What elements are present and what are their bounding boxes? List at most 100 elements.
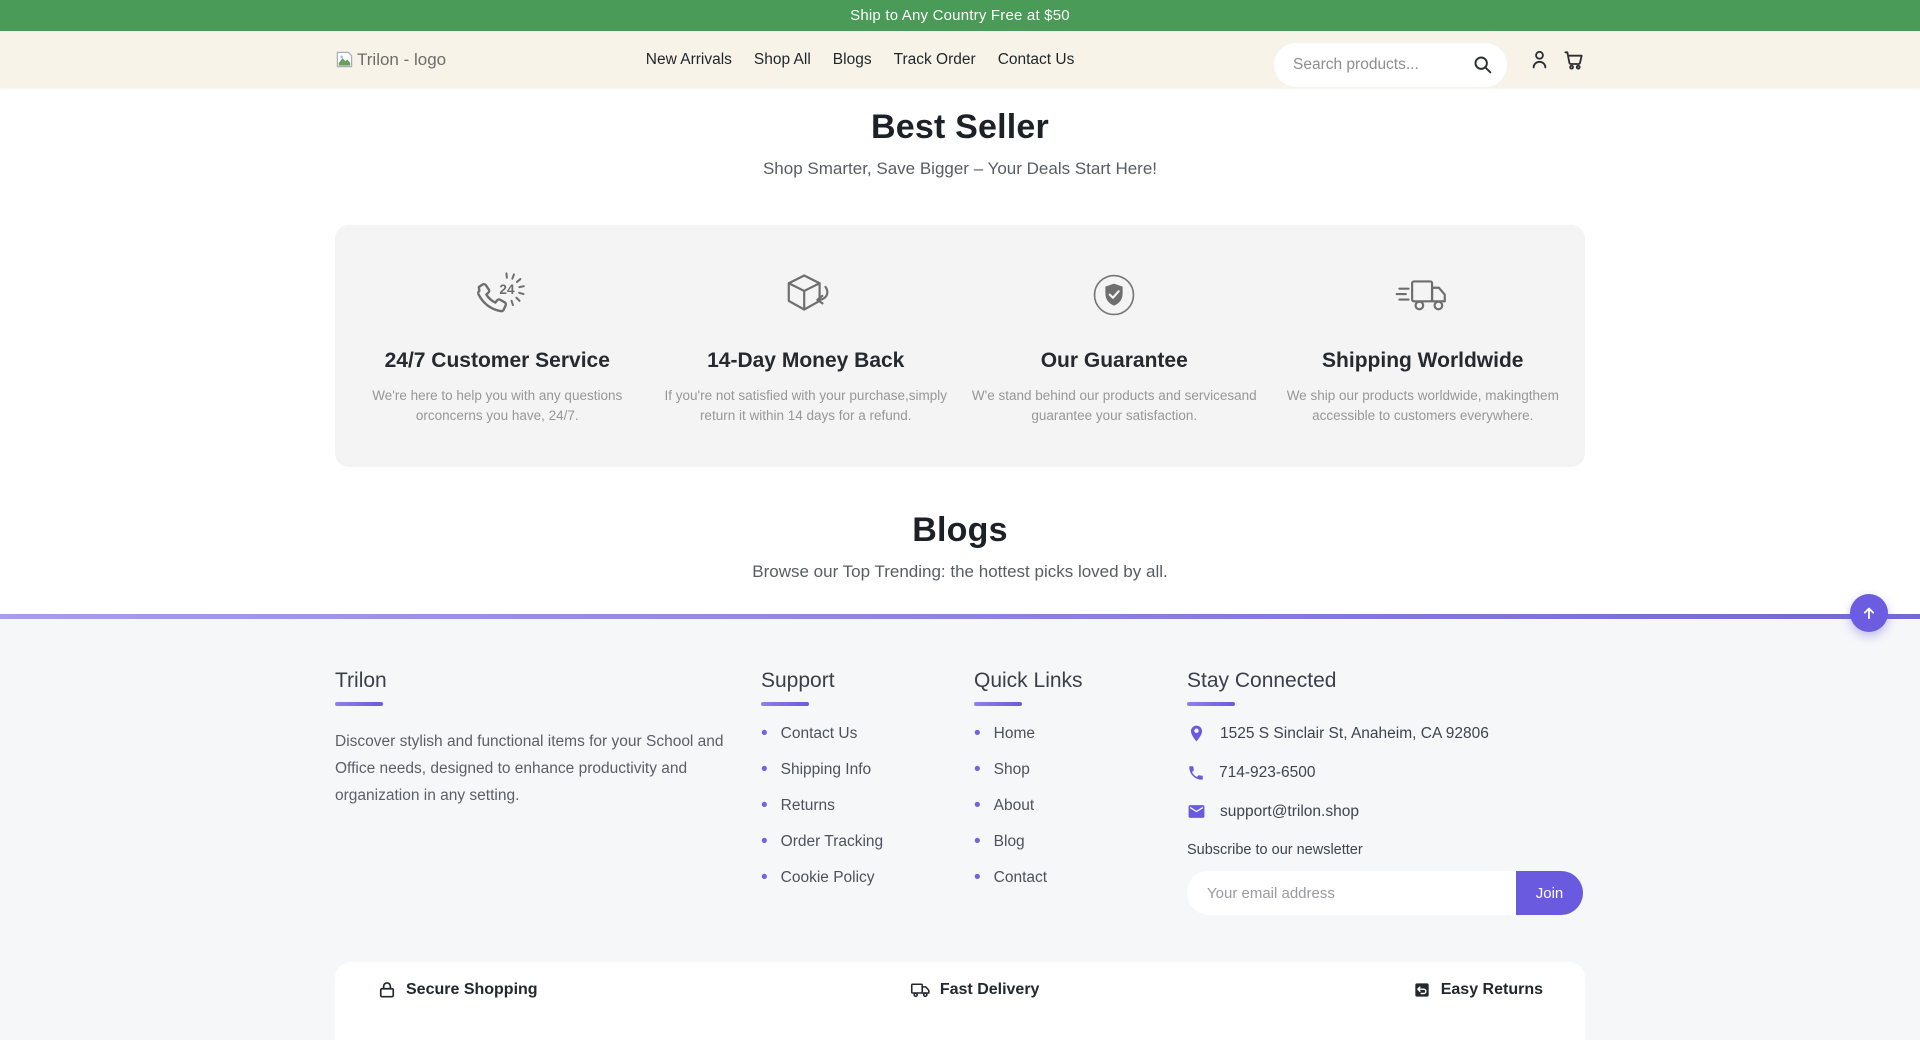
feature-description: We ship our products worldwide, makingth… <box>1279 386 1567 425</box>
feature-title: 24/7 Customer Service <box>385 349 610 373</box>
footer-quicklinks-title: Quick Links <box>974 669 1187 692</box>
footer-link-label: Contact Us <box>781 724 858 743</box>
nav-track-order[interactable]: Track Order <box>894 51 976 69</box>
footer-stay-connected-title: Stay Connected <box>1187 669 1585 692</box>
location-pin-icon <box>1187 724 1206 743</box>
footer-brand-column: Trilon Discover stylish and functional i… <box>335 669 761 915</box>
badge-label: Secure Shopping <box>406 981 538 999</box>
badge-easy-returns: Easy Returns <box>1412 979 1543 1000</box>
lock-icon <box>377 980 397 1000</box>
feature-customer-service: 24 24/7 Customer Service We're here to h… <box>343 265 652 425</box>
nav-new-arrivals[interactable]: New Arrivals <box>646 51 732 69</box>
newsletter-label: Subscribe to our newsletter <box>1187 841 1585 859</box>
blogs-section: Blogs Browse our Top Trending: the hotte… <box>0 511 1920 582</box>
footer-link-cookie-policy[interactable]: •Cookie Policy <box>761 868 974 887</box>
heading-underline <box>335 702 383 706</box>
delivery-truck-icon <box>910 979 931 1000</box>
feature-description: W'e stand behind our products and servic… <box>970 386 1258 425</box>
bullet-dot: • <box>974 871 981 885</box>
footer-link-label: Contact <box>994 868 1047 887</box>
heading-underline <box>761 702 809 706</box>
feature-title: Shipping Worldwide <box>1322 349 1523 373</box>
return-box-icon <box>1412 980 1432 1000</box>
footer-support-title: Support <box>761 669 974 692</box>
phone-24-icon: 24 <box>468 265 526 325</box>
shield-check-icon <box>1085 265 1143 325</box>
feature-shipping: Shipping Worldwide We ship our products … <box>1269 265 1578 425</box>
arrow-up-icon <box>1860 604 1878 622</box>
site-header: Trilon - logo New Arrivals Shop All Blog… <box>0 31 1920 88</box>
feature-description: We're here to help you with any question… <box>353 386 641 425</box>
footer-support-column: Support • Contact Us • Shipping Info •Retu… <box>761 669 974 915</box>
footer-stay-connected-column: Stay Connected 1525 S Sinclair St, Anahe… <box>1187 669 1585 915</box>
search-icon[interactable] <box>1472 54 1493 75</box>
truck-icon <box>1394 265 1452 325</box>
footer-link-shipping-info[interactable]: • Shipping Info <box>761 760 974 779</box>
best-seller-title: Best Seller <box>0 108 1920 147</box>
best-seller-subtitle: Shop Smarter, Save Bigger – Your Deals S… <box>0 159 1920 179</box>
footer-phone[interactable]: 714-923-6500 <box>1219 763 1316 782</box>
scroll-to-top-button[interactable] <box>1850 594 1888 632</box>
blogs-title: Blogs <box>0 511 1920 550</box>
promo-banner-text: Ship to Any Country Free at $50 <box>850 7 1070 24</box>
footer-link-order-tracking[interactable]: •Order Tracking <box>761 832 974 851</box>
search-input[interactable] <box>1293 56 1464 74</box>
footer-link-label: Shop <box>994 760 1030 779</box>
badge-secure-shopping: Secure Shopping <box>377 979 538 1000</box>
main-nav: New Arrivals Shop All Blogs Track Order … <box>446 51 1274 69</box>
bullet-dot: • <box>974 835 981 849</box>
bullet-dot: • <box>974 727 981 741</box>
bullet-dot: • <box>761 763 768 777</box>
badge-label: Fast Delivery <box>940 981 1040 999</box>
footer-link-label: Home <box>994 724 1035 743</box>
footer-link-about[interactable]: • About <box>974 796 1187 815</box>
footer-link-contact[interactable]: • Contact <box>974 868 1187 887</box>
footer-link-contact-us[interactable]: • Contact Us <box>761 724 974 743</box>
footer-email[interactable]: support@trilon.shop <box>1220 802 1359 821</box>
newsletter-email-input[interactable] <box>1187 871 1516 915</box>
newsletter-form: Join <box>1187 871 1583 915</box>
user-account-icon[interactable] <box>1528 48 1551 71</box>
footer-link-label: Shipping Info <box>781 760 872 779</box>
logo-link[interactable]: Trilon - logo <box>335 50 446 70</box>
footer-phone-row: 714-923-6500 <box>1187 763 1585 782</box>
footer-brand-title: Trilon <box>335 669 761 692</box>
nav-contact-us[interactable]: Contact Us <box>998 51 1075 69</box>
cart-icon[interactable] <box>1562 48 1585 71</box>
footer-link-home[interactable]: • Home <box>974 724 1187 743</box>
heading-underline <box>974 702 1022 706</box>
heading-underline <box>1187 702 1235 706</box>
nav-shop-all[interactable]: Shop All <box>754 51 811 69</box>
bullet-dot: • <box>761 727 768 741</box>
svg-text:24: 24 <box>500 282 516 297</box>
footer-email-row: support@trilon.shop <box>1187 802 1585 821</box>
features-card: 24 24/7 Customer Service We're here to h… <box>335 225 1585 467</box>
bullet-dot: • <box>974 763 981 777</box>
feature-guarantee: Our Guarantee W'e stand behind our produ… <box>960 265 1269 425</box>
footer-link-blog[interactable]: • Blog <box>974 832 1187 851</box>
promo-banner: Ship to Any Country Free at $50 <box>0 0 1920 31</box>
footer-link-label: Blog <box>994 832 1025 851</box>
footer-link-label: About <box>994 796 1035 815</box>
site-footer: Trilon Discover stylish and functional i… <box>0 619 1920 1040</box>
footer-link-label: Returns <box>781 796 835 815</box>
footer-brand-description: Discover stylish and functional items fo… <box>335 728 761 809</box>
mail-icon <box>1187 802 1206 821</box>
search-bar <box>1274 43 1507 87</box>
footer-link-shop[interactable]: • Shop <box>974 760 1187 779</box>
footer-quicklinks-column: Quick Links • Home • Shop • About • Blog • Co… <box>974 669 1187 915</box>
phone-icon <box>1187 764 1205 782</box>
nav-blogs[interactable]: Blogs <box>833 51 872 69</box>
footer-link-label: Order Tracking <box>781 832 884 851</box>
feature-money-back: 14-Day Money Back If you're not satisfie… <box>652 265 961 425</box>
header-right <box>1274 38 1585 82</box>
trust-badges-card: Secure Shopping Fast Delivery <box>335 962 1585 1040</box>
footer-address-row: 1525 S Sinclair St, Anaheim, CA 92806 <box>1187 724 1585 743</box>
feature-description: If you're not satisfied with your purcha… <box>662 386 950 425</box>
badge-label: Easy Returns <box>1441 981 1543 999</box>
newsletter-join-button[interactable]: Join <box>1516 871 1583 915</box>
feature-title: 14-Day Money Back <box>707 349 904 373</box>
feature-title: Our Guarantee <box>1041 349 1188 373</box>
footer-link-returns[interactable]: •Returns <box>761 796 974 815</box>
bullet-dot: • <box>974 799 981 813</box>
